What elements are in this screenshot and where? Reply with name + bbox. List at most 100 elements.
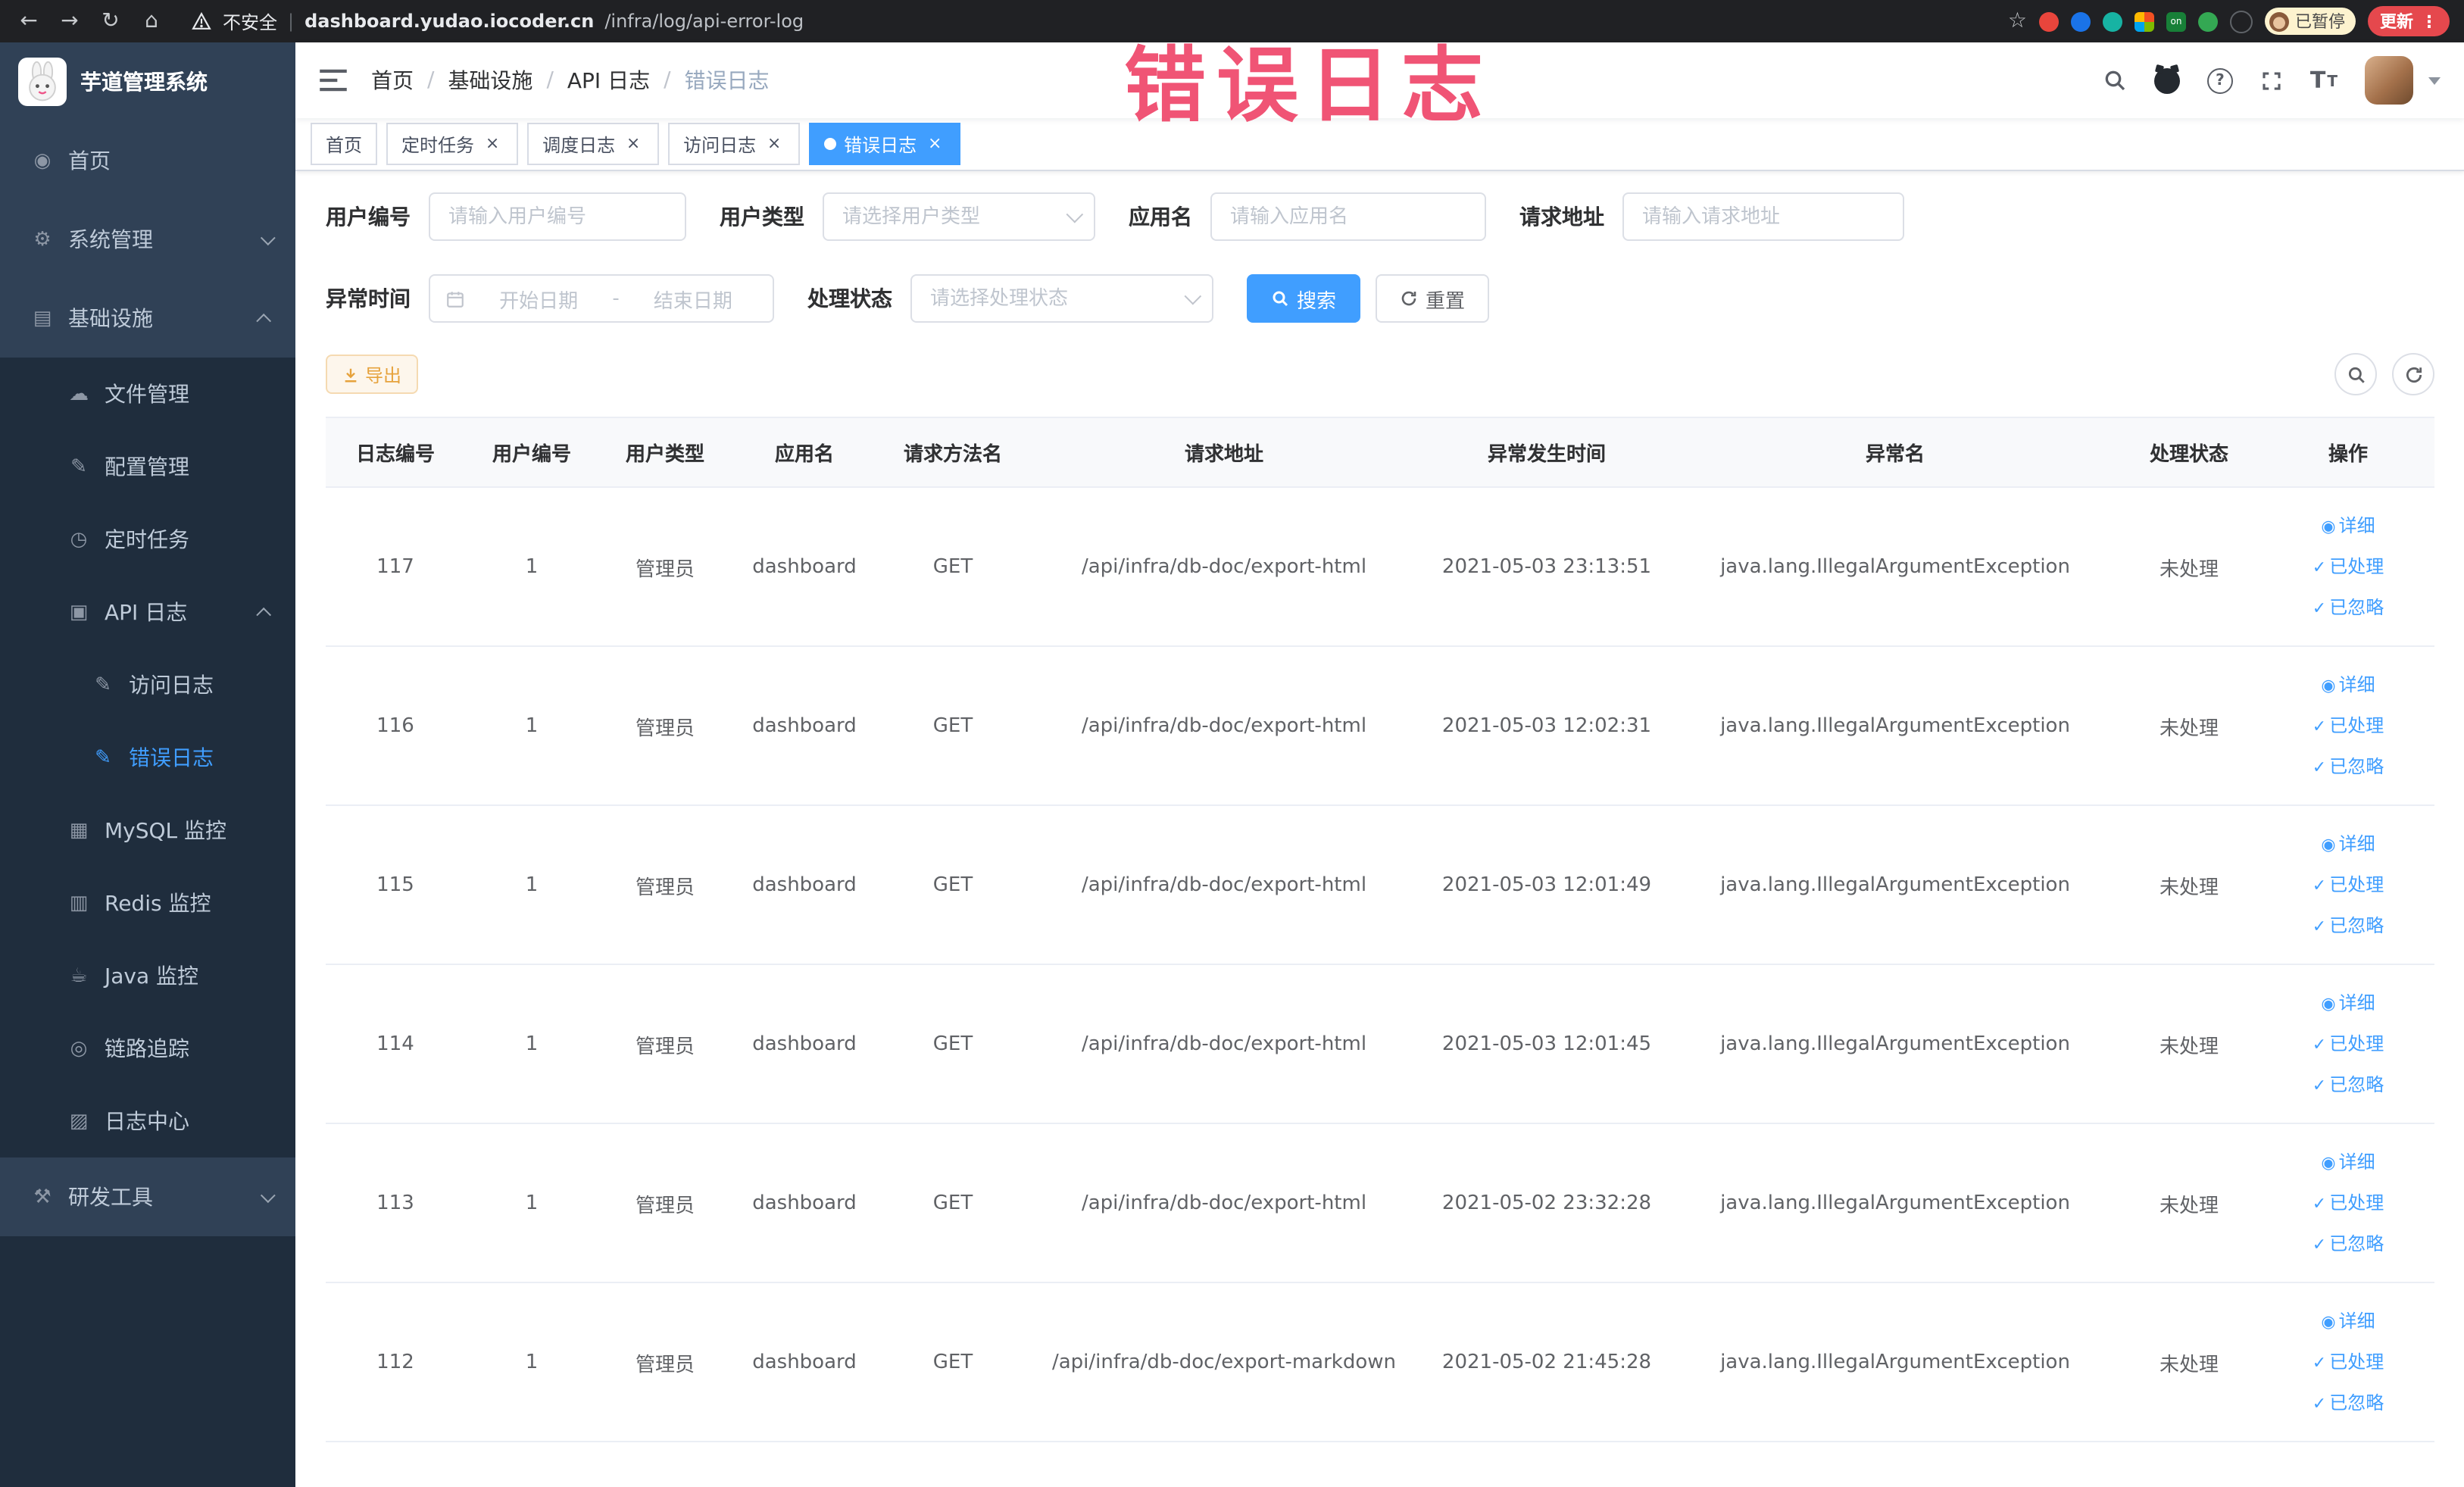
action-mark-processed[interactable]: ✓ 已处理 xyxy=(2271,864,2425,905)
check-icon: ✓ xyxy=(2312,1193,2327,1213)
sidebar-item-log-center[interactable]: ▨ 日志中心 xyxy=(0,1085,295,1157)
breadcrumb-home[interactable]: 首页 xyxy=(371,65,414,95)
action-mark-processed[interactable]: ✓ 已处理 xyxy=(2271,1342,2425,1382)
process-status-label: 处理状态 xyxy=(807,288,892,312)
sidebar-item-dev-tools[interactable]: ⚒ 研发工具 xyxy=(0,1157,295,1236)
breadcrumb-api-log[interactable]: API 日志 xyxy=(567,65,650,95)
sidebar-item-trace[interactable]: ◎ 链路追踪 xyxy=(0,1012,295,1085)
tab-dispatch-log[interactable]: 调度日志 × xyxy=(527,123,660,165)
action-mark-ignored[interactable]: ✓ 已忽略 xyxy=(2271,746,2425,787)
process-status-select[interactable] xyxy=(910,274,1213,323)
sidebar-item-system-management[interactable]: ⚙ 系统管理 xyxy=(0,200,295,279)
action-mark-ignored[interactable]: ✓ 已忽略 xyxy=(2271,1382,2425,1423)
sidebar-item-infrastructure[interactable]: ▤ 基础设施 xyxy=(0,279,295,358)
sidebar-item-scheduled-tasks[interactable]: ◷ 定时任务 xyxy=(0,503,295,576)
action-detail[interactable]: ◉ 详细 xyxy=(2271,1142,2425,1182)
bookmark-star-icon[interactable]: ☆ xyxy=(2008,9,2027,33)
sidebar-item-error-log[interactable]: ✎ 错误日志 xyxy=(0,721,295,794)
chevron-up-icon xyxy=(256,312,272,328)
tab-scheduled-tasks[interactable]: 定时任务 × xyxy=(386,123,519,165)
action-mark-processed[interactable]: ✓ 已处理 xyxy=(2271,1023,2425,1064)
vpn-on-icon[interactable]: on xyxy=(2166,11,2186,31)
search-button[interactable]: 搜索 xyxy=(1247,274,1361,323)
search-icon xyxy=(2347,366,2364,383)
screen: ← → ↻ ⌂ 不安全 | dashboard.yudao.iocoder.cn… xyxy=(0,0,2464,1487)
toggle-search-button[interactable] xyxy=(2334,353,2377,395)
request-url-input[interactable] xyxy=(1622,192,1904,241)
calendar-icon xyxy=(447,291,464,307)
action-mark-ignored[interactable]: ✓ 已忽略 xyxy=(2271,905,2425,946)
tab-close-icon[interactable]: × xyxy=(482,133,503,155)
action-mark-processed[interactable]: ✓ 已处理 xyxy=(2271,705,2425,746)
extension-icon[interactable] xyxy=(2039,11,2059,31)
sidebar-item-redis-monitor[interactable]: ▥ Redis 监控 xyxy=(0,867,295,939)
col-app-name: 应用名 xyxy=(732,417,877,488)
user-type-select[interactable] xyxy=(823,192,1095,241)
action-mark-ignored[interactable]: ✓ 已忽略 xyxy=(2271,1064,2425,1105)
tampermonkey-paused-badge[interactable]: 已暂停 xyxy=(2265,8,2356,35)
browser-reload-icon[interactable]: ↻ xyxy=(97,0,124,42)
sidebar-item-java-monitor[interactable]: ☕ Java 监控 xyxy=(0,939,295,1012)
font-size-icon[interactable]: TT xyxy=(2310,69,2338,92)
sidebar-item-mysql-monitor[interactable]: ▦ MySQL 监控 xyxy=(0,794,295,867)
chrome-update-button[interactable]: 更新 ⋮ xyxy=(2368,6,2450,36)
tab-access-log[interactable]: 访问日志 × xyxy=(668,123,801,165)
table-row: 115 1 管理员 dashboard GET /api/infra/db-do… xyxy=(326,805,2434,965)
extension-icon[interactable] xyxy=(2071,11,2091,31)
action-detail[interactable]: ◉ 详细 xyxy=(2271,664,2425,705)
tab-close-icon[interactable]: × xyxy=(764,133,785,155)
action-detail[interactable]: ◉ 详细 xyxy=(2271,823,2425,864)
address-bar[interactable]: 不安全 | dashboard.yudao.iocoder.cn/infra/l… xyxy=(191,8,1994,34)
sidebar-item-file-management[interactable]: ☁ 文件管理 xyxy=(0,358,295,430)
hamburger-icon[interactable] xyxy=(320,68,347,92)
sidebar-item-access-log[interactable]: ✎ 访问日志 xyxy=(0,648,295,721)
action-mark-processed[interactable]: ✓ 已处理 xyxy=(2271,546,2425,587)
action-detail[interactable]: ◉ 详细 xyxy=(2271,505,2425,546)
app-title: 芋道管理系统 xyxy=(80,71,208,95)
check-icon: ✓ xyxy=(2312,875,2327,895)
view-icon: ◉ xyxy=(2321,834,2336,854)
sidebar-item-config-management[interactable]: ✎ 配置管理 xyxy=(0,430,295,503)
logo[interactable]: 芋道管理系统 xyxy=(0,42,295,121)
extension-paw-icon[interactable] xyxy=(2230,10,2253,33)
search-icon xyxy=(1273,291,1288,307)
tab-home[interactable]: 首页 xyxy=(311,123,378,165)
refresh-table-button[interactable] xyxy=(2392,353,2434,395)
user-id-input[interactable] xyxy=(429,192,686,241)
active-dot xyxy=(824,138,837,150)
fullscreen-icon[interactable] xyxy=(2260,69,2283,92)
sidebar-item-api-log[interactable]: ▣ API 日志 xyxy=(0,576,295,648)
action-mark-ignored[interactable]: ✓ 已忽略 xyxy=(2271,1223,2425,1264)
action-detail[interactable]: ◉ 详细 xyxy=(2271,982,2425,1023)
col-user-id: 用户编号 xyxy=(465,417,598,488)
sidebar-item-home[interactable]: ◉ 首页 xyxy=(0,121,295,200)
reset-button[interactable]: 重置 xyxy=(1376,274,1490,323)
tab-error-log[interactable]: 错误日志 × xyxy=(809,123,961,165)
browser-back-icon[interactable]: ← xyxy=(15,0,42,42)
action-mark-processed[interactable]: ✓ 已处理 xyxy=(2271,1182,2425,1223)
view-icon: ◉ xyxy=(2321,675,2336,695)
end-date-placeholder: 结束日期 xyxy=(653,290,732,313)
user-id-label: 用户编号 xyxy=(326,206,411,230)
action-mark-ignored[interactable]: ✓ 已忽略 xyxy=(2271,587,2425,628)
exception-time-range-picker[interactable]: 开始日期 - 结束日期 xyxy=(429,274,774,323)
extension-grid-icon[interactable] xyxy=(2135,11,2154,31)
extension-icon[interactable] xyxy=(2198,11,2218,31)
action-detail[interactable]: ◉ 详细 xyxy=(2271,1301,2425,1342)
avatar[interactable] xyxy=(2365,56,2413,105)
browser-home-icon[interactable]: ⌂ xyxy=(138,0,165,42)
monitor-icon: ▤ xyxy=(33,307,52,330)
github-icon[interactable] xyxy=(2153,67,2180,93)
browser-forward-icon[interactable]: → xyxy=(56,0,83,42)
help-icon[interactable]: ? xyxy=(2206,67,2233,93)
extension-icon[interactable] xyxy=(2103,11,2122,31)
breadcrumb-infrastructure[interactable]: 基础设施 xyxy=(448,65,532,95)
tab-close-icon[interactable]: × xyxy=(924,133,945,155)
tags-view: 首页 定时任务 × 调度日志 × 访问日志 × 错误日志 × xyxy=(295,118,2464,171)
avatar-caret-icon[interactable] xyxy=(2428,77,2441,84)
search-icon[interactable] xyxy=(2103,68,2127,92)
view-icon: ◉ xyxy=(2321,516,2336,536)
export-button[interactable]: 导出 xyxy=(326,355,419,394)
app-name-input[interactable] xyxy=(1210,192,1486,241)
tab-close-icon[interactable]: × xyxy=(623,133,644,155)
